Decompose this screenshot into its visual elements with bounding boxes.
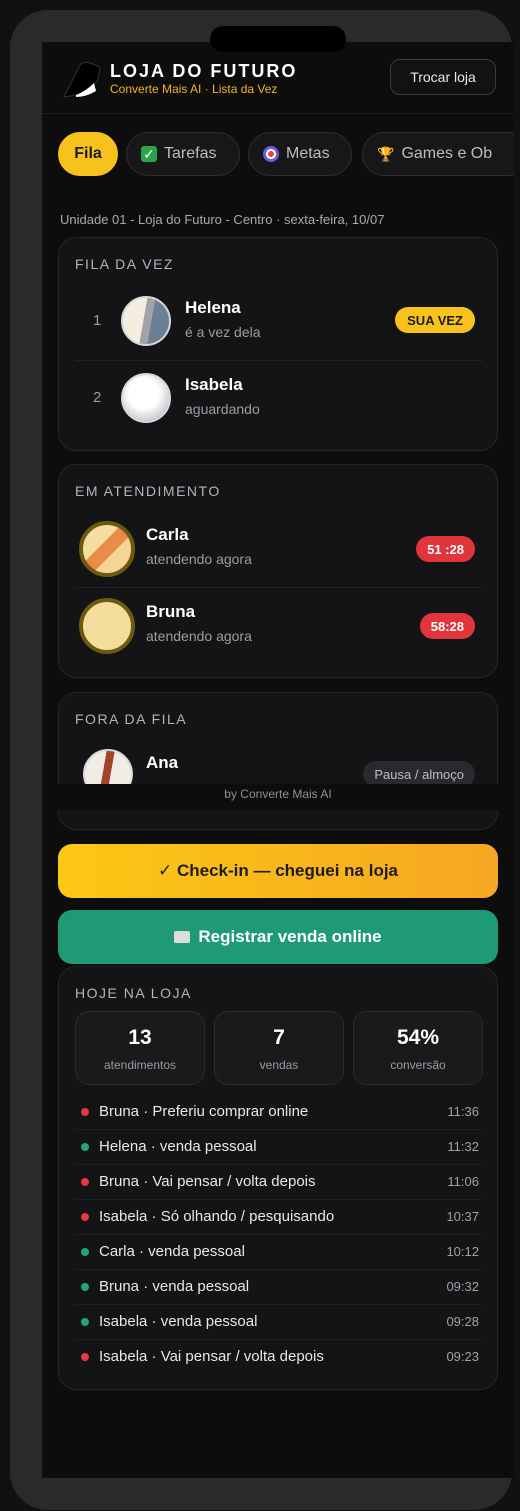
queue-position: 1 — [93, 312, 102, 329]
attendant-status: atendendo agora — [146, 551, 252, 567]
store-name: LOJA DO FUTURO — [110, 61, 298, 81]
card-title: FORA DA FILA — [75, 711, 188, 727]
log-text: Bruna · Vai pensar / volta depois — [99, 1173, 316, 1190]
status-dot — [81, 1353, 89, 1361]
stat-value: 7 — [273, 1026, 285, 1049]
tab-label: Tarefas — [164, 145, 217, 162]
stat-sales: 7 vendas — [214, 1011, 344, 1085]
app-header: LOJA DO FUTURO Converte Mais AI · Lista … — [42, 42, 514, 114]
status-dot — [81, 1108, 89, 1116]
tab-label: Fila — [74, 145, 102, 162]
attendant-status: aguardando — [185, 401, 260, 417]
avatar — [79, 521, 135, 577]
today-card: HOJE NA LOJA 13 atendimentos 7 vendas 54… — [58, 966, 498, 1390]
status-dot — [81, 1318, 89, 1326]
activity-log: Bruna · Preferiu comprar online 11:36 Hel… — [75, 1095, 483, 1375]
log-time: 11:36 — [447, 1104, 479, 1119]
stats-row: 13 atendimentos 7 vendas 54% conversão — [75, 1011, 483, 1085]
attendant-name: Bruna — [146, 602, 196, 621]
switch-store-button[interactable]: Trocar loja — [390, 59, 496, 95]
attendant-name: Ana — [146, 753, 179, 772]
log-time: 10:12 — [446, 1244, 479, 1259]
card-title: HOJE NA LOJA — [75, 985, 192, 1001]
timer-badge: 51 :28 — [416, 536, 475, 562]
log-time: 09:23 — [446, 1349, 479, 1364]
checkmark-icon: ✓ — [141, 146, 157, 162]
attendant-status: é a vez dela — [185, 324, 261, 340]
trophy-icon: 🏆 — [377, 145, 395, 162]
list-item: Isabela · Vai pensar / volta depois 09:23 — [75, 1340, 483, 1375]
tab-label: Metas — [286, 145, 330, 162]
log-time: 09:32 — [446, 1279, 479, 1294]
your-turn-badge: SUA VEZ — [395, 307, 475, 333]
tab-fila[interactable]: Fila — [58, 132, 118, 176]
tab-bar: Fila ✓ Tarefas Metas 🏆 Games e Ob — [58, 132, 514, 178]
log-time: 11:32 — [447, 1139, 479, 1154]
target-icon — [263, 146, 279, 162]
queue-row[interactable]: 2 Isabela aguardando — [75, 360, 483, 436]
list-item: Isabela · Só olhando / pesquisando 10:37 — [75, 1200, 483, 1235]
serving-row[interactable]: Carla atendendo agora 51 :28 — [75, 511, 483, 587]
log-text: Isabela · Só olhando / pesquisando — [99, 1208, 335, 1225]
stat-label: conversão — [390, 1058, 446, 1072]
store-logo-icon — [63, 61, 101, 98]
tab-games[interactable]: 🏆 Games e Ob — [362, 132, 514, 176]
log-text: Helena · venda pessoal — [99, 1138, 257, 1155]
card-title: FILA DA VEZ — [75, 256, 174, 272]
attendant-name: Isabela — [185, 375, 243, 394]
list-item: Bruna · venda pessoal 09:32 — [75, 1270, 483, 1305]
stat-label: atendimentos — [103, 1058, 177, 1072]
list-item: Isabela · venda pessoal 09:28 — [75, 1305, 483, 1340]
attendant-name: Carla — [146, 525, 189, 544]
queue-row[interactable]: 1 Helena é a vez dela SUA VEZ — [75, 284, 483, 360]
sale-button-label: Registrar venda online — [198, 927, 382, 946]
timer-badge: 58:28 — [419, 613, 475, 639]
serving-row[interactable]: Bruna atendendo agora 58:28 — [75, 587, 483, 663]
status-dot — [81, 1143, 89, 1151]
log-text: Bruna · venda pessoal — [99, 1278, 250, 1295]
stat-attendances: 13 atendimentos — [75, 1011, 205, 1085]
queue-card: FILA DA VEZ 1 Helena é a vez dela SUA VE… — [58, 237, 498, 451]
tab-label: Games e Ob — [401, 145, 493, 162]
list-item: Bruna · Vai pensar / volta depois 11:06 — [75, 1165, 483, 1200]
avatar — [121, 373, 171, 423]
log-text: Carla · venda pessoal — [99, 1243, 245, 1260]
tab-metas[interactable]: Metas — [248, 132, 352, 176]
log-time: 10:37 — [446, 1209, 479, 1224]
queue-position: 2 — [93, 389, 102, 406]
status-dot — [81, 1178, 89, 1186]
log-time: 11:06 — [447, 1174, 479, 1189]
status-dot — [81, 1248, 89, 1256]
card-icon — [174, 931, 191, 943]
log-time: 09:28 — [446, 1314, 479, 1329]
stat-value: 13 — [128, 1026, 152, 1049]
log-text: Isabela · venda pessoal — [99, 1313, 258, 1330]
attendant-status: atendendo agora — [146, 628, 252, 644]
log-text: Isabela · Vai pensar / volta depois — [99, 1348, 324, 1365]
unit-info: Unidade 01 - Loja do Futuro - Centro · s… — [60, 212, 385, 227]
list-item: Helena · venda pessoal 11:32 — [75, 1130, 483, 1165]
list-item: Carla · venda pessoal 10:12 — [75, 1235, 483, 1270]
avatar — [121, 296, 171, 346]
list-item: Bruna · Preferiu comprar online 11:36 — [75, 1095, 483, 1130]
store-subtitle: Converte Mais AI · Lista da Vez — [110, 82, 278, 96]
register-online-sale-button[interactable]: Registrar venda online — [58, 910, 498, 964]
status-dot — [81, 1213, 89, 1221]
stat-label: vendas — [259, 1058, 299, 1072]
phone-frame: LOJA DO FUTURO Converte Mais AI · Lista … — [10, 10, 514, 1510]
card-title: EM ATENDIMENTO — [75, 483, 221, 499]
powered-by: by Converte Mais AI — [42, 784, 514, 810]
serving-card: EM ATENDIMENTO Carla atendendo agora 51 … — [58, 464, 498, 678]
app-screen: LOJA DO FUTURO Converte Mais AI · Lista … — [42, 42, 514, 1478]
tab-tarefas[interactable]: ✓ Tarefas — [126, 132, 240, 176]
stat-value: 54% — [396, 1026, 440, 1049]
attendant-name: Helena — [185, 298, 241, 317]
stat-conversion: 54% conversão — [353, 1011, 483, 1085]
phone-notch — [210, 26, 346, 52]
status-dot — [81, 1283, 89, 1291]
avatar — [79, 598, 135, 654]
log-text: Bruna · Preferiu comprar online — [99, 1103, 309, 1120]
checkin-button[interactable]: ✓ Check-in — cheguei na loja — [58, 844, 498, 898]
